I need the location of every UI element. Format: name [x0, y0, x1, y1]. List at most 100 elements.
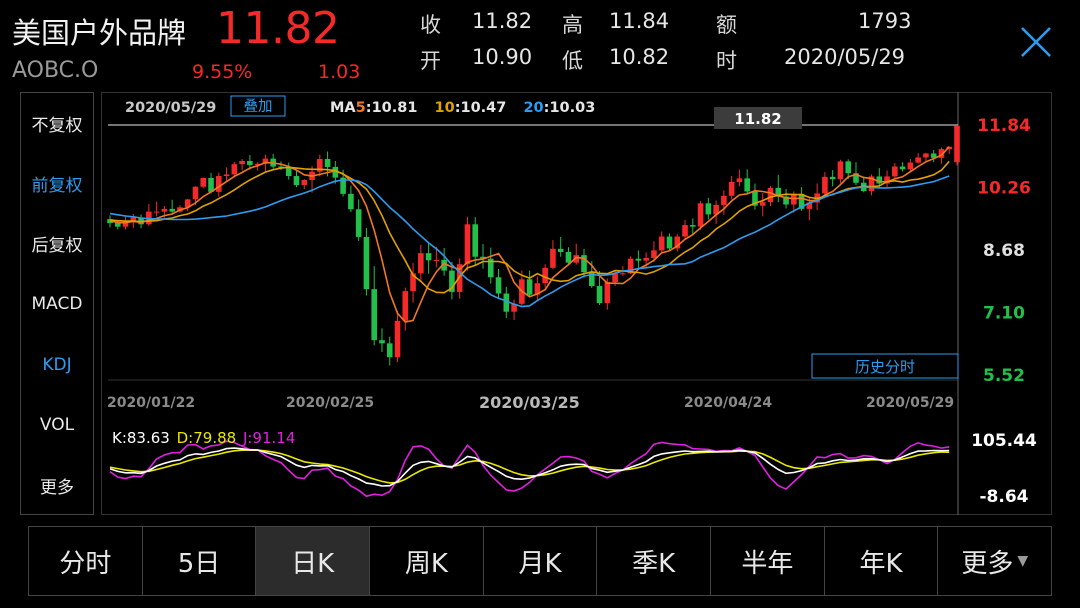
tab-yearly-k[interactable]: 年K	[825, 527, 939, 595]
history-intraday-label[interactable]: 历史分时	[855, 358, 915, 376]
tab-monthly-k[interactable]: 月K	[484, 527, 598, 595]
candle-body	[682, 225, 688, 237]
candle	[666, 233, 673, 251]
candle	[480, 244, 486, 269]
candle-body	[324, 159, 331, 167]
candle-body	[114, 223, 121, 227]
candle	[814, 183, 820, 211]
candle-body	[837, 161, 844, 180]
candle-body	[301, 179, 308, 186]
candle-body	[635, 258, 642, 261]
tab-daily-k[interactable]: 日K	[256, 527, 371, 595]
candle-body	[690, 225, 696, 227]
candle	[239, 159, 245, 171]
price-crosshair-label: 11.82	[734, 110, 781, 128]
candle-body	[954, 125, 960, 163]
candle-body	[845, 161, 852, 174]
kline-chart[interactable]: 11.82 2020/05/29 叠加 MA5:10.81 10:10.47 2…	[0, 0, 1080, 608]
candle-body	[923, 153, 929, 158]
tab-half-year[interactable]: 半年	[711, 527, 825, 595]
candle	[348, 185, 354, 213]
price-tick-label: 5.52	[983, 366, 1025, 386]
candle	[884, 170, 890, 188]
candle-body	[363, 236, 370, 290]
candle-body	[231, 164, 238, 175]
candle-body	[239, 160, 245, 165]
candle-body	[658, 236, 665, 251]
candle	[736, 169, 743, 187]
date-label-2: 2020/02/25	[286, 395, 374, 411]
candle-body	[721, 195, 727, 205]
ma-prefix: MA	[330, 100, 356, 116]
candle-body	[899, 166, 906, 170]
candle-body	[433, 259, 440, 261]
candle-body	[651, 250, 657, 258]
candle	[441, 248, 447, 276]
candle	[759, 193, 766, 217]
candle-body	[495, 277, 502, 294]
candle-body	[767, 187, 774, 203]
date-label-1: 2020/01/22	[107, 395, 195, 411]
kdj-j-line	[109, 440, 950, 498]
candle-body	[464, 224, 471, 265]
candle-body	[892, 166, 898, 177]
tab-5day[interactable]: 5日	[143, 527, 257, 595]
tab-intraday[interactable]: 分时	[29, 527, 143, 595]
candle-body	[130, 217, 137, 221]
candle-body	[425, 253, 432, 261]
stock-kline-screen: 美国户外品牌 11.82 AOBC.O 9.55% 1.03 收 11.82 高…	[0, 0, 1080, 608]
candle-body	[604, 282, 611, 304]
candle	[557, 236, 564, 257]
ma10-value: 10.47	[461, 100, 507, 116]
candle-body	[705, 203, 712, 215]
ma20-period: 20	[523, 100, 543, 116]
candle-body	[565, 251, 572, 263]
overlay-button-label[interactable]: 叠加	[244, 98, 273, 115]
candle	[860, 176, 867, 193]
candle	[526, 270, 533, 298]
candle	[954, 125, 960, 166]
candle-body	[402, 291, 409, 321]
candle-body	[215, 176, 222, 192]
candle-body	[759, 202, 766, 206]
candle	[425, 242, 432, 274]
ma-legend: MA5:10.81 10:10.47 20:10.03	[330, 100, 595, 116]
candle-body	[169, 208, 175, 212]
candle-body	[620, 273, 626, 275]
candle-body	[293, 176, 300, 186]
candle-body	[386, 343, 393, 358]
price-tick-label: 8.68	[983, 241, 1025, 261]
candle	[635, 250, 642, 268]
candle-body	[829, 176, 836, 180]
tab-more[interactable]: 更多 ▼	[938, 527, 1051, 595]
candle	[371, 266, 377, 346]
ma5-period: 5	[356, 100, 366, 116]
tab-weekly-k[interactable]: 周K	[370, 527, 484, 595]
candle-body	[223, 174, 230, 177]
candle-body	[200, 178, 207, 187]
candle	[837, 159, 844, 184]
candle	[184, 198, 191, 212]
date-label-5: 2020/05/29	[866, 395, 954, 411]
candle	[200, 177, 207, 189]
candle	[713, 200, 719, 224]
candle-body	[394, 320, 401, 358]
candle	[744, 169, 750, 194]
kdj-legend: K:83.63 D:79.88 J:91.14	[112, 429, 295, 447]
candle-body	[550, 248, 556, 268]
candle	[775, 174, 782, 203]
candle-body	[728, 181, 735, 196]
candle	[534, 276, 541, 302]
kdj-k-line	[109, 447, 950, 487]
kdj-j-label: J:91.14	[242, 429, 295, 447]
price-tick-label: 10.26	[977, 179, 1031, 199]
candle	[363, 227, 370, 296]
candle	[293, 170, 300, 188]
candle	[355, 199, 362, 241]
candle	[418, 244, 424, 282]
info-date: 2020/05/29	[125, 100, 216, 116]
tab-quarterly-k[interactable]: 季K	[597, 527, 712, 595]
candle	[379, 328, 385, 353]
candle	[146, 204, 152, 226]
candle-body	[472, 224, 479, 257]
